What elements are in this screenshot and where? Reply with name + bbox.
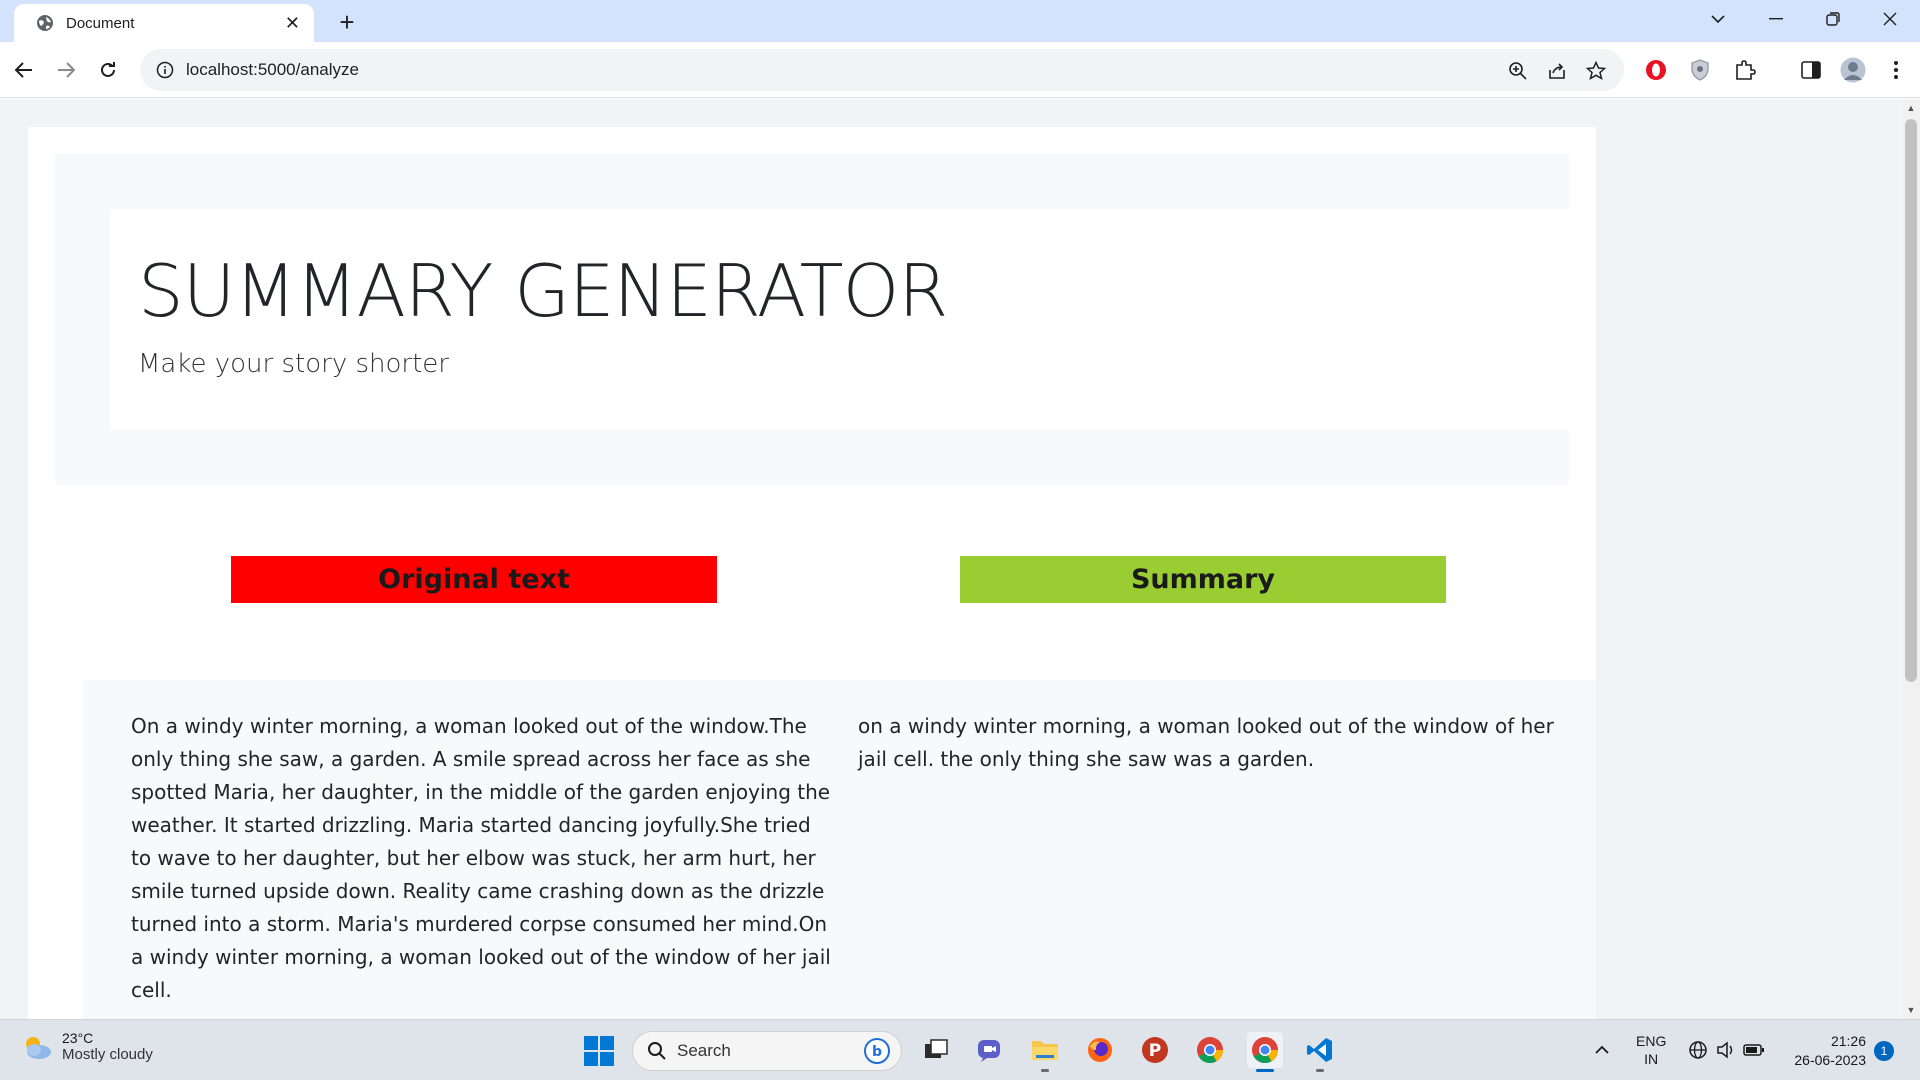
page-title: SUMMARY GENERATOR: [138, 249, 948, 333]
close-window-icon[interactable]: [1862, 0, 1918, 38]
taskbar: 23°C Mostly cloudy Search b P ENG IN 21:…: [0, 1019, 1920, 1080]
page-viewport: SUMMARY GENERATOR Make your story shorte…: [0, 99, 1902, 1019]
battery-icon[interactable]: [1736, 1032, 1772, 1068]
globe-icon: [37, 15, 53, 31]
show-hidden-icons-chevron-icon[interactable]: [1584, 1032, 1620, 1068]
clock-time: 21:26: [1830, 1033, 1866, 1049]
vscode-icon[interactable]: [1302, 1032, 1338, 1072]
url-text: localhost:5000/analyze: [186, 60, 359, 79]
info-icon[interactable]: [156, 61, 174, 79]
forward-button[interactable]: [48, 52, 84, 88]
tab-strip: Document ✕ +: [0, 0, 1920, 42]
tab-search-icon[interactable]: [1690, 0, 1746, 38]
bing-icon[interactable]: b: [863, 1037, 891, 1065]
menu-kebab-icon[interactable]: [1882, 56, 1910, 84]
jumbotron: SUMMARY GENERATOR Make your story shorte…: [55, 154, 1569, 485]
original-text: On a windy winter morning, a woman looke…: [131, 714, 831, 1002]
address-bar[interactable]: localhost:5000/analyze: [140, 49, 1624, 91]
svg-text:P: P: [1149, 1041, 1161, 1061]
teams-chat-icon[interactable]: [972, 1032, 1008, 1068]
language-line2: IN: [1644, 1051, 1659, 1067]
browser-toolbar: localhost:5000/analyze: [0, 42, 1920, 98]
weather-temp: 23°C: [62, 1030, 94, 1046]
weather-condition: Mostly cloudy: [62, 1046, 153, 1063]
task-view-icon[interactable]: [918, 1032, 954, 1068]
weather-widget[interactable]: 23°C Mostly cloudy: [20, 1030, 153, 1063]
svg-text:b: b: [872, 1044, 882, 1060]
share-icon[interactable]: [1545, 59, 1569, 83]
close-tab-icon[interactable]: ✕: [285, 14, 300, 32]
file-explorer-icon[interactable]: [1027, 1032, 1063, 1072]
windows-start-icon[interactable]: [582, 1034, 616, 1068]
bookmark-star-icon[interactable]: [1584, 59, 1608, 83]
taskbar-search[interactable]: Search b: [632, 1031, 902, 1071]
language-indicator[interactable]: ENG IN: [1636, 1032, 1666, 1068]
extensions-puzzle-icon[interactable]: [1731, 56, 1759, 84]
side-panel-icon[interactable]: [1797, 56, 1825, 84]
clock-date: 26-06-2023: [1794, 1052, 1866, 1068]
original-text-label: Original text: [231, 556, 717, 603]
summary-text: on a windy winter morning, a woman looke…: [858, 714, 1554, 771]
system-clock[interactable]: 21:26 26-06-2023: [1780, 1032, 1866, 1070]
minimize-icon[interactable]: [1748, 0, 1804, 38]
tab-title: Document: [66, 14, 135, 32]
shield-extension-icon[interactable]: [1686, 56, 1714, 84]
back-button[interactable]: [6, 52, 42, 88]
scroll-down-arrow[interactable]: ▼: [1906, 1005, 1916, 1015]
jumbotron-inner: SUMMARY GENERATOR Make your story shorte…: [110, 209, 1569, 430]
chrome-active-icon[interactable]: [1247, 1032, 1283, 1072]
page-subtitle: Make your story shorter: [138, 349, 449, 379]
restore-icon[interactable]: [1805, 0, 1861, 38]
new-tab-button[interactable]: +: [330, 6, 364, 38]
cloud-sun-icon: [26, 1036, 51, 1059]
summary-label: Summary: [960, 556, 1446, 603]
reload-button[interactable]: [90, 52, 126, 88]
opera-extension-icon[interactable]: [1642, 56, 1670, 84]
chrome-icon[interactable]: [1192, 1032, 1228, 1068]
browser-tab[interactable]: Document ✕: [14, 4, 314, 42]
scroll-up-arrow[interactable]: ▲: [1906, 103, 1916, 113]
running-indicator: [1316, 1069, 1324, 1072]
zoom-icon[interactable]: [1506, 59, 1530, 83]
active-indicator: [1256, 1069, 1274, 1072]
search-label: Search: [677, 1041, 731, 1060]
search-icon: [648, 1042, 666, 1060]
vertical-scrollbar[interactable]: ▲ ▼: [1902, 99, 1920, 1019]
firefox-icon[interactable]: [1082, 1032, 1118, 1068]
p-app-icon[interactable]: P: [1137, 1032, 1173, 1068]
language-line1: ENG: [1636, 1033, 1667, 1049]
running-indicator: [1041, 1069, 1049, 1072]
page-container: SUMMARY GENERATOR Make your story shorte…: [28, 127, 1596, 1019]
scroll-thumb[interactable]: [1905, 119, 1917, 682]
notification-badge[interactable]: 1: [1874, 1041, 1894, 1061]
profile-avatar[interactable]: [1839, 56, 1867, 84]
text-output-area: On a windy winter morning, a woman looke…: [83, 680, 1596, 1019]
